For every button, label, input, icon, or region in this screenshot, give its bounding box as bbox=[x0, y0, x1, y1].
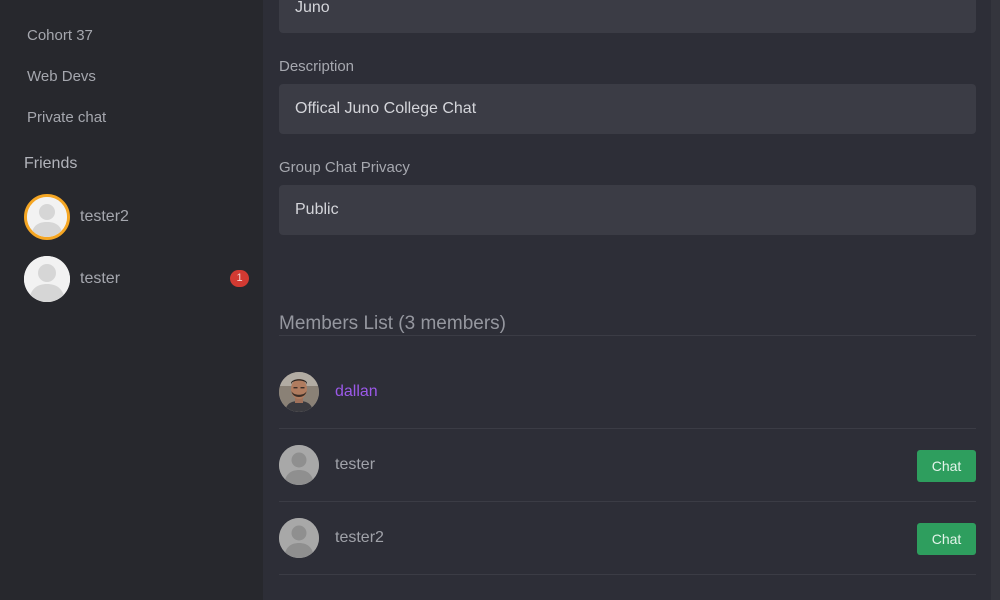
sidebar-item-cohort-37[interactable]: Cohort 37 bbox=[27, 27, 93, 45]
default-avatar-icon bbox=[24, 256, 70, 302]
member-row: dallan bbox=[279, 356, 976, 429]
member-row: tester Chat bbox=[279, 429, 976, 502]
friend-name: tester2 bbox=[80, 208, 129, 225]
member-name: dallan bbox=[335, 383, 378, 400]
chat-button[interactable]: Chat bbox=[917, 450, 976, 482]
friends-heading: Friends bbox=[24, 155, 78, 172]
divider bbox=[279, 335, 976, 336]
privacy-select[interactable]: Public bbox=[279, 185, 976, 235]
sidebar: Cohort 37 Web Devs Private chat Friends … bbox=[0, 0, 263, 600]
user-photo-avatar bbox=[279, 372, 319, 412]
scrollbar[interactable] bbox=[991, 0, 1000, 600]
default-avatar-icon bbox=[279, 445, 319, 485]
app-window: Cohort 37 Web Devs Private chat Friends … bbox=[0, 0, 1000, 600]
default-avatar-icon bbox=[279, 518, 319, 558]
privacy-label: Group Chat Privacy bbox=[279, 159, 410, 176]
friend-item-tester[interactable]: tester 1 bbox=[24, 255, 250, 303]
friend-item-tester2[interactable]: tester2 bbox=[24, 193, 250, 241]
sidebar-item-private-chat[interactable]: Private chat bbox=[27, 109, 106, 127]
group-settings-panel: Description Group Chat Privacy Public Me… bbox=[263, 0, 991, 600]
member-name: tester2 bbox=[335, 529, 384, 546]
friend-name: tester bbox=[80, 270, 121, 287]
description-label: Description bbox=[279, 58, 355, 75]
member-name: tester bbox=[335, 456, 376, 473]
members-list-title: Members List (3 members) bbox=[279, 313, 506, 334]
chat-button[interactable]: Chat bbox=[917, 523, 976, 555]
description-input[interactable] bbox=[279, 84, 976, 134]
unread-badge: 1 bbox=[230, 270, 249, 287]
group-name-input[interactable] bbox=[279, 0, 976, 33]
sidebar-item-web-devs[interactable]: Web Devs bbox=[27, 68, 96, 86]
member-row: tester2 Chat bbox=[279, 502, 976, 575]
divider bbox=[279, 574, 976, 575]
default-avatar-icon bbox=[24, 194, 70, 240]
